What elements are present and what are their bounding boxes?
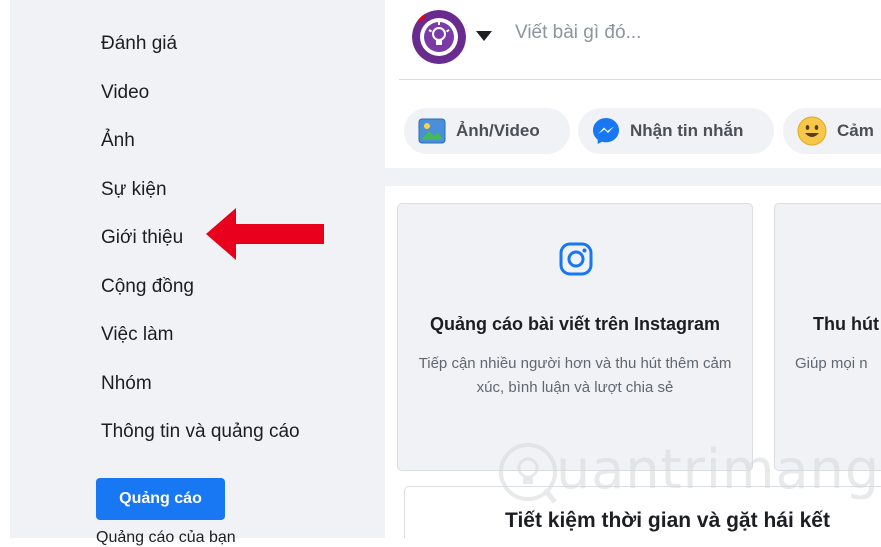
sidebar-item-about[interactable]: Giới thiệu <box>101 227 183 249</box>
instagram-card-description: Tiếp cận nhiều người hơn và thu hút thêm… <box>418 355 732 396</box>
engagement-card-title: Thu hút <box>813 314 879 334</box>
promote-button[interactable]: Quảng cáo <box>96 478 225 520</box>
watermark-lightbulb-icon <box>499 443 557 504</box>
photo-video-label: Ảnh/Video <box>456 121 540 140</box>
instagram-icon <box>559 242 593 276</box>
caret-down-icon[interactable] <box>475 30 493 42</box>
sidebar-item-community[interactable]: Cộng đồng <box>101 276 194 298</box>
instagram-card-title: Quảng cáo bài viết trên Instagram <box>429 314 721 334</box>
page-avatar[interactable] <box>412 10 466 64</box>
photo-video-button[interactable]: Ảnh/Video <box>404 108 570 154</box>
post-composer: Viết bài gì đó... Ảnh/Video Nhận tin nhắ… <box>385 0 881 168</box>
sidebar-item-photos[interactable]: Ảnh <box>101 130 135 152</box>
get-messages-button[interactable]: Nhận tin nhắn <box>578 108 774 154</box>
sidebar-item-groups[interactable]: Nhóm <box>101 373 152 395</box>
engagement-card[interactable]: Thu hút Giúp mọi n <box>774 203 881 471</box>
watermark: uantrimang <box>498 436 879 516</box>
red-arrow-icon <box>206 208 324 260</box>
get-messages-label: Nhận tin nhắn <box>630 121 744 140</box>
watermark-text: uantrimang <box>556 438 881 501</box>
compose-input[interactable]: Viết bài gì đó... <box>515 22 641 44</box>
lightbulb-icon <box>412 10 466 64</box>
engagement-card-description: Giúp mọi n <box>795 355 868 372</box>
composer-divider <box>399 79 881 80</box>
smiley-icon <box>797 116 827 146</box>
sidebar-item-reviews[interactable]: Đánh giá <box>101 33 177 55</box>
sidebar-item-events[interactable]: Sự kiện <box>101 179 167 201</box>
sidebar-item-video[interactable]: Video <box>101 82 149 104</box>
messenger-icon <box>593 118 619 144</box>
left-sidebar: Đánh giá Video Ảnh Sự kiện Giới thiệu Cộ… <box>10 0 385 546</box>
instagram-ad-card[interactable]: Quảng cáo bài viết trên Instagram Tiếp c… <box>397 203 753 471</box>
sidebar-cut-text: Quảng cáo của bạn <box>96 529 236 546</box>
photo-icon <box>418 118 446 144</box>
feeling-label: Cảm <box>837 121 874 140</box>
sidebar-item-info-and-ads[interactable]: Thông tin và quảng cáo <box>101 421 300 443</box>
feeling-button[interactable]: Cảm <box>783 108 881 154</box>
sidebar-item-jobs[interactable]: Việc làm <box>101 324 174 346</box>
